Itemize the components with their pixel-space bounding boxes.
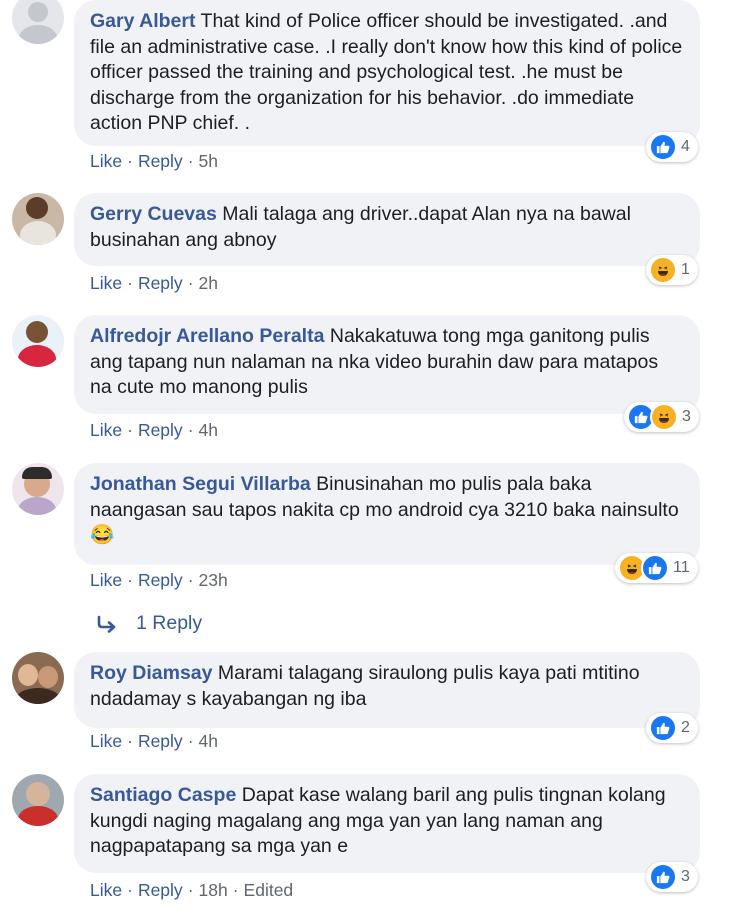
reaction-count: 11	[673, 559, 690, 576]
reply-link[interactable]: Reply	[138, 273, 183, 293]
comment-bubble: Gerry Cuevas Mali talaga ang driver..dap…	[74, 193, 700, 266]
reaction-summary[interactable]: 11	[615, 553, 698, 583]
avatar[interactable]	[12, 463, 64, 515]
reaction-count: 2	[681, 719, 690, 736]
reaction-count: 4	[681, 138, 690, 155]
comment-time[interactable]: 23h	[199, 570, 228, 590]
comment-time[interactable]: 5h	[199, 151, 218, 171]
reply-link[interactable]: Reply	[138, 151, 183, 171]
like-icon	[641, 554, 669, 582]
view-replies-link[interactable]: 1 Reply	[96, 612, 202, 635]
reply-link[interactable]: Reply	[138, 420, 183, 440]
like-icon	[649, 714, 677, 742]
comment-author[interactable]: Santiago Caspe	[90, 784, 236, 806]
like-icon	[649, 133, 677, 161]
reaction-summary[interactable]: 2	[646, 713, 698, 743]
comment-author[interactable]: Alfredojr Arellano Peralta	[90, 325, 324, 347]
comment-author[interactable]: Roy Diamsay	[90, 662, 212, 684]
reaction-summary[interactable]: 3	[624, 402, 699, 432]
reaction-count: 3	[682, 408, 691, 425]
comment-time[interactable]: 2h	[199, 273, 218, 293]
avatar[interactable]	[12, 652, 64, 704]
comment-actions: Like · Reply · 23h	[90, 570, 228, 590]
replies-count: 1 Reply	[136, 612, 203, 634]
comment-author[interactable]: Gerry Cuevas	[90, 203, 217, 225]
reply-link[interactable]: Reply	[138, 880, 183, 900]
comment-actions: Like · Reply · 5h	[90, 151, 218, 171]
avatar[interactable]	[12, 774, 64, 826]
reaction-summary[interactable]: 3	[646, 862, 698, 892]
comment-bubble: Alfredojr Arellano Peralta Nakakatuwa to…	[74, 315, 700, 414]
like-link[interactable]: Like	[90, 570, 122, 590]
comment-time[interactable]: 4h	[199, 420, 218, 440]
reaction-count: 3	[681, 868, 690, 885]
avatar[interactable]	[12, 193, 64, 245]
comment-time[interactable]: 18h	[199, 880, 228, 900]
reaction-summary[interactable]: 1	[646, 255, 698, 285]
comment-actions: Like · Reply · 4h	[90, 420, 218, 440]
comment-bubble: Gary Albert That kind of Police officer …	[74, 0, 700, 146]
like-link[interactable]: Like	[90, 731, 122, 751]
haha-icon	[649, 256, 677, 284]
edited-label[interactable]: Edited	[244, 880, 294, 900]
comment-bubble: Santiago Caspe Dapat kase walang baril a…	[74, 774, 700, 873]
comment-actions: Like · Reply · 4h	[90, 731, 218, 751]
like-link[interactable]: Like	[90, 273, 122, 293]
comment-bubble: Roy Diamsay Marami talagang siraulong pu…	[74, 652, 700, 728]
avatar[interactable]	[12, 315, 64, 367]
comment-author[interactable]: Jonathan Segui Villarba	[90, 473, 311, 495]
reply-link[interactable]: Reply	[138, 570, 183, 590]
avatar[interactable]	[12, 0, 64, 44]
reaction-summary[interactable]: 4	[646, 132, 698, 162]
reply-link[interactable]: Reply	[138, 731, 183, 751]
laughing-emoji: 😂	[90, 524, 115, 546]
comment-time[interactable]: 4h	[199, 731, 218, 751]
haha-icon	[650, 403, 678, 431]
like-icon	[649, 863, 677, 891]
comment-bubble: Jonathan Segui Villarba Binusinahan mo p…	[74, 463, 700, 565]
comment-actions: Like · Reply · 18h · Edited	[90, 880, 294, 900]
comment-author[interactable]: Gary Albert	[90, 10, 195, 32]
like-link[interactable]: Like	[90, 420, 122, 440]
comment-actions: Like · Reply · 2h	[90, 273, 218, 293]
like-link[interactable]: Like	[90, 880, 122, 900]
reply-arrow-icon	[96, 615, 122, 633]
reaction-count: 1	[681, 261, 690, 278]
like-link[interactable]: Like	[90, 151, 122, 171]
